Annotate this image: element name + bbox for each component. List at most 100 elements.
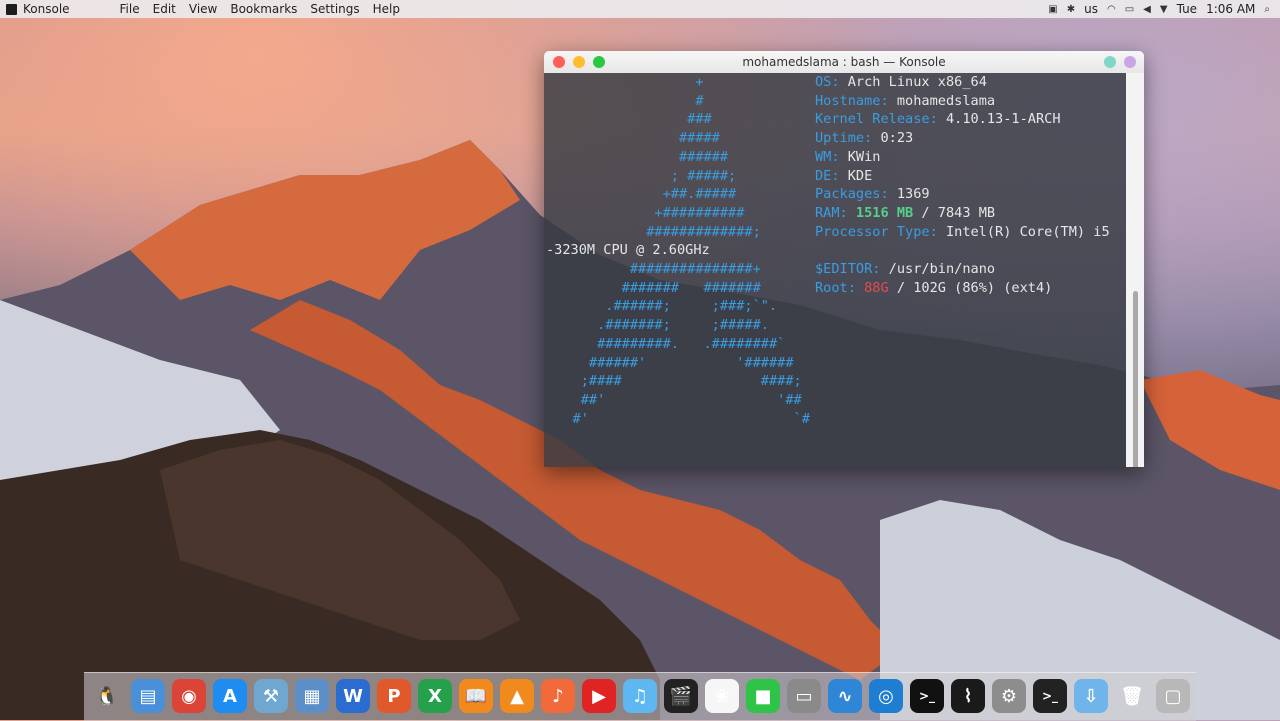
konsole-icon[interactable]: >_ [1033,679,1067,713]
system-preferences-icon[interactable]: ⚙ [992,679,1026,713]
logo-line: ######' '###### [548,354,794,371]
logo-line: ### [548,111,712,128]
menu-help[interactable]: Help [373,2,400,16]
logo-line: +##.##### [548,186,737,203]
bluetooth-icon[interactable]: ✱ [1067,4,1075,15]
wifi-icon[interactable]: ◠ [1107,4,1116,15]
info-row: Processor Type: Intel(R) Core(TM) i5 [815,223,1110,242]
keynote-icon[interactable]: ▤ [131,679,165,713]
app-store-icon[interactable]: A [213,679,247,713]
photos-icon[interactable]: ❀ [705,679,739,713]
logo-line: +########## [548,204,745,221]
top-menu-bar: Konsole File Edit View Bookmarks Setting… [0,0,1280,18]
info-key: RAM: [815,204,848,221]
info-row: WM: KWin [815,148,880,167]
wps-presentation-icon[interactable]: P [377,679,411,713]
info-key: Hostname: [815,92,889,109]
chrome-icon[interactable]: ◉ [172,679,206,713]
info-key: $EDITOR: [815,261,881,277]
menu-view[interactable]: View [189,2,217,16]
trash-icon[interactable]: 🗑 [1115,679,1149,713]
logo-line: #########. .########` [548,335,786,352]
xcode-icon[interactable]: ⚒ [254,679,288,713]
info-row: $EDITOR: /usr/bin/nano [815,260,995,279]
ram-used-value: 1516 MB [847,204,914,221]
info-key: Processor Type: [815,223,938,240]
info-row: RAM: 1516 MB / 7843 MB [815,204,995,223]
scrollbar-thumb[interactable] [1133,291,1138,467]
keep-above-button[interactable] [1104,56,1116,68]
logo-line: ##' '## [548,391,802,408]
swirl-icon[interactable]: ◎ [869,679,903,713]
logo-line: + [548,74,704,90]
battery-icon[interactable]: ▭ [1125,4,1134,15]
logo-line: ; #####; [548,167,737,184]
logo-line: .#######; ;#####. [548,317,769,334]
excel-icon[interactable]: X [418,679,452,713]
menu-file[interactable]: File [120,2,140,16]
dropdown-icon[interactable]: ▼ [1160,4,1168,15]
volume-icon[interactable]: ◀ [1143,4,1151,15]
system-monitor-icon[interactable]: ▭ [787,679,821,713]
activity-monitor-icon[interactable]: ⌇ [951,679,985,713]
youtube-icon[interactable]: ▶ [582,679,616,713]
info-value: KWin [839,148,881,165]
window-titlebar[interactable]: mohamedslama : bash — Konsole [544,51,1144,73]
clock-day[interactable]: Tue [1177,2,1198,16]
info-row: Hostname: mohamedslama [815,92,995,111]
disk-used-value: 88G [855,279,889,296]
info-row: DE: KDE [815,167,872,186]
minimize-button[interactable] [573,56,585,68]
system-tray: ▣ ✱ us ◠ ▭ ◀ ▼ Tue 1:06 AM ⌕ [1048,0,1270,18]
on-all-desktops-button[interactable] [1124,56,1136,68]
info-row: Packages: 1369 [815,185,930,204]
info-key: Kernel Release: [815,111,938,128]
logo-line: # [548,92,704,109]
terminal-scrollbar[interactable] [1126,73,1144,467]
search-icon[interactable]: ⌕ [1264,4,1270,15]
info-key: DE: [815,167,840,184]
info-value: Arch Linux x86_64 [839,74,987,90]
terminal-icon[interactable]: >_ [910,679,944,713]
menu-settings[interactable]: Settings [310,2,359,16]
terminal-output[interactable]: + # ### ##### ###### ; #####; +##.##### … [544,73,1126,467]
info-value: / 7843 MB [913,204,996,221]
vlc-icon[interactable]: ▲ [500,679,534,713]
info-key: WM: [815,148,840,165]
preview-icon[interactable]: ▦ [295,679,329,713]
info-value: Intel(R) Core(TM) i5 [937,223,1110,240]
info-value: KDE [839,167,873,184]
menu-bookmarks[interactable]: Bookmarks [230,2,297,16]
info-value: 1369 [888,186,930,203]
logo-line: ###############+ [548,261,761,277]
music-icon[interactable]: ♪ [541,679,575,713]
info-row: Uptime: 0:23 [815,129,913,148]
active-app-name[interactable]: Konsole [23,2,70,16]
final-cut-icon[interactable]: 🎬 [664,679,698,713]
menu-edit[interactable]: Edit [153,2,176,16]
info-key: Root: [815,279,856,296]
logo-line: ####### ####### [548,279,761,296]
wave-icon[interactable]: ∿ [828,679,862,713]
word-icon[interactable]: W [336,679,370,713]
desktop-icon[interactable]: ▢ [1156,679,1190,713]
close-button[interactable] [553,56,565,68]
info-value: /usr/bin/nano [880,261,996,277]
info-row: Root: 88G / 102G (86%) (ext4) [815,279,1052,298]
info-key: Uptime: [815,130,873,147]
logo-line: #############; [548,223,761,240]
tux-icon[interactable]: 🐧 [90,679,124,713]
itunes-icon[interactable]: ♫ [623,679,657,713]
info-row: OS: Arch Linux x86_64 [815,73,987,92]
keyboard-layout-indicator[interactable]: us [1084,2,1098,16]
ibooks-icon[interactable]: 📖 [459,679,493,713]
notifications-icon[interactable]: ▣ [1048,4,1057,15]
maximize-button[interactable] [593,56,605,68]
window-title: mohamedslama : bash — Konsole [742,55,946,69]
clock-time[interactable]: 1:06 AM [1206,2,1255,16]
logo-line: ##### [548,130,720,147]
info-value: 4.10.13-1-ARCH [937,111,1061,128]
dock: 🐧 ▤ ◉ A ⚒ ▦ W P X 📖 ▲ ♪ ▶ ♫ 🎬 ❀ ■ ▭ ∿ ◎ >_ ⌇ ⚙ >_ ⇩ 🗑 ▢ [84,672,1196,721]
facetime-icon[interactable]: ■ [746,679,780,713]
downloads-folder-icon[interactable]: ⇩ [1074,679,1108,713]
